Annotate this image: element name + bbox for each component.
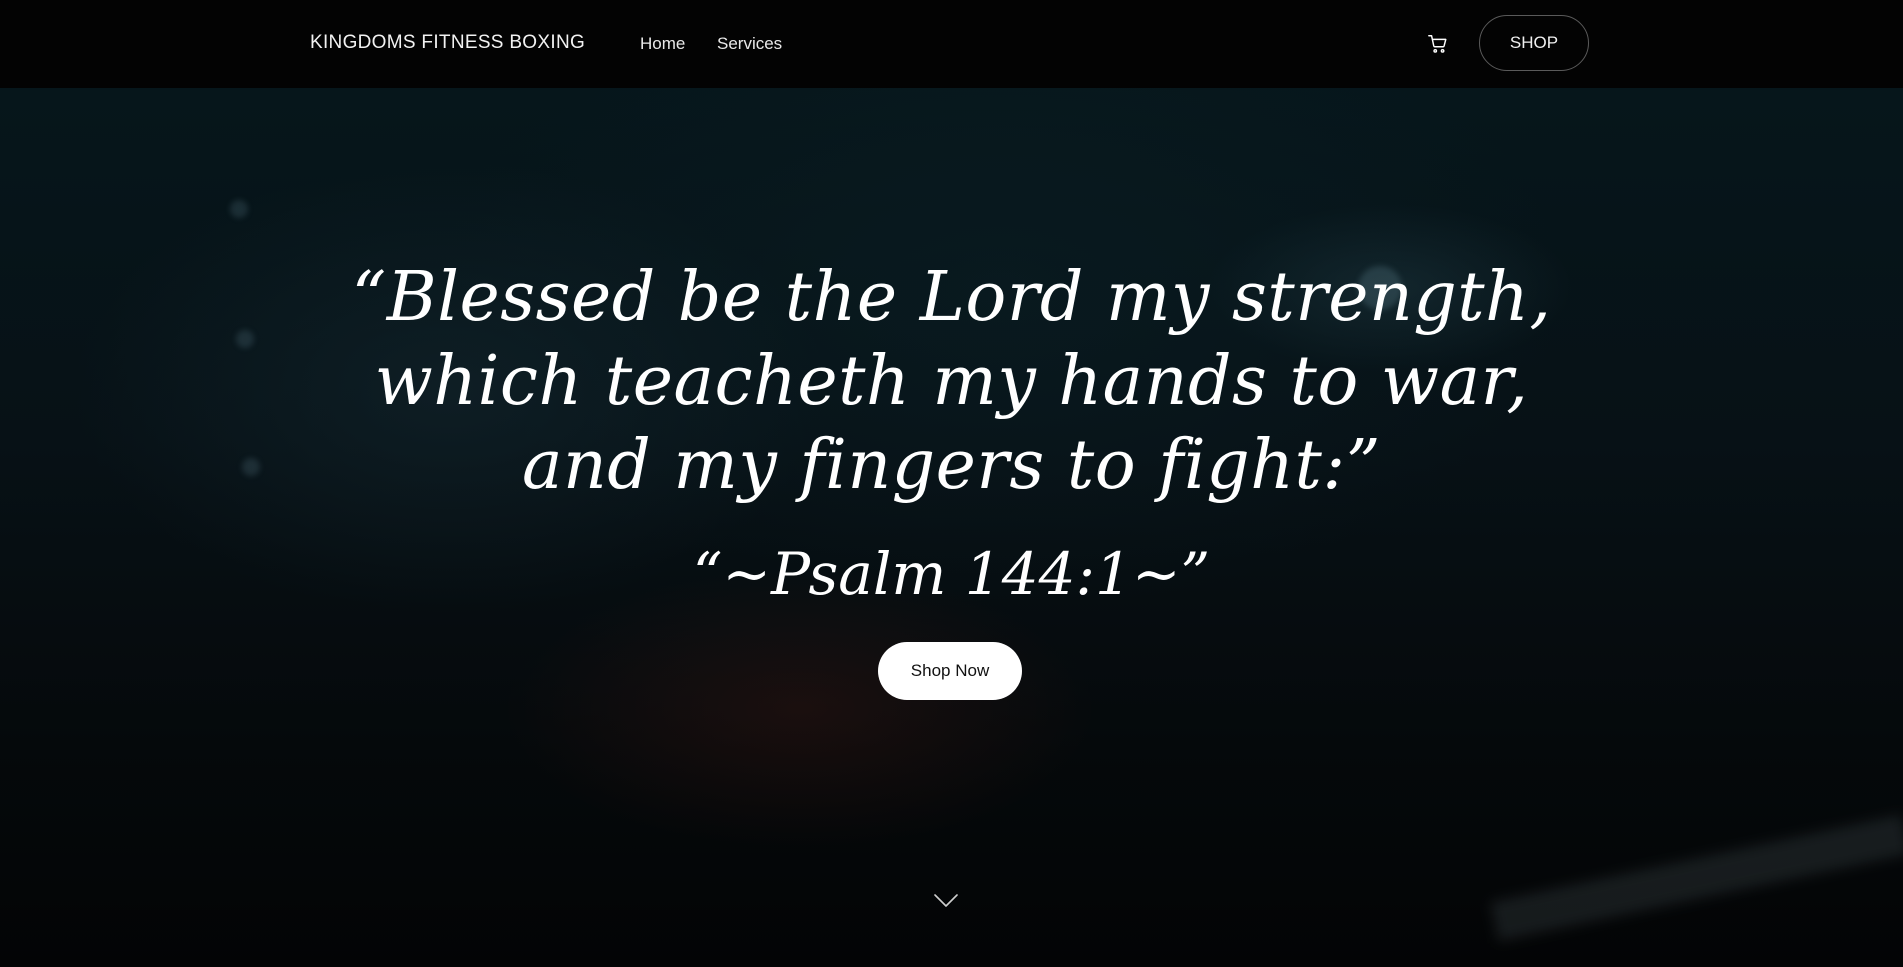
shop-now-button[interactable]: Shop Now: [878, 642, 1022, 700]
nav-home-link[interactable]: Home: [640, 34, 685, 54]
background-blur-shape: [1490, 814, 1903, 942]
quote-attribution: “~Psalm 144:1~”: [692, 540, 1211, 608]
quote-line: and my fingers to fight:”: [521, 426, 1382, 505]
brand-logo-text[interactable]: KINGDOMS FITNESS BOXING: [310, 32, 585, 54]
hero-section: “Blessed be the Lord my strength, which …: [0, 88, 1903, 967]
quote-line: which teacheth my hands to war,: [374, 342, 1529, 421]
cart-icon[interactable]: [1427, 33, 1449, 55]
chevron-down-icon[interactable]: [934, 894, 958, 908]
nav-services-link[interactable]: Services: [717, 34, 782, 54]
hero-quote: “Blessed be the Lord my strength, which …: [0, 256, 1903, 508]
background-bokeh: [230, 200, 248, 218]
quote-line: “Blessed be the Lord my strength,: [351, 258, 1552, 337]
shop-button[interactable]: SHOP: [1479, 15, 1589, 71]
site-header: KINGDOMS FITNESS BOXING Home Services SH…: [0, 0, 1903, 88]
